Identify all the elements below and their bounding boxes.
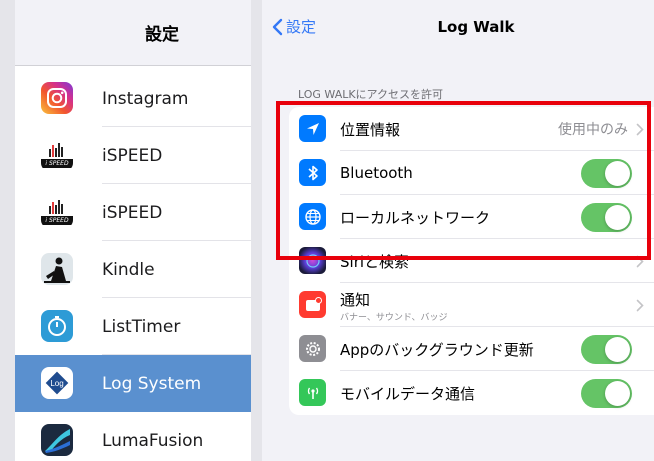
toggle-knob	[605, 205, 630, 230]
settings-sidebar: 設定 Instagram i SPEED iSPEED i SPEED iSPE…	[15, 0, 251, 461]
local-network-label: ローカルネットワーク	[340, 208, 491, 227]
notifications-row[interactable]: 通知 バナー、サウンド、バッジ	[289, 283, 654, 327]
lumafusion-icon	[41, 424, 73, 456]
chevron-right-icon	[636, 123, 644, 136]
app-label: Log System	[102, 373, 202, 394]
listtimer-icon	[41, 310, 73, 342]
siri-icon	[299, 247, 326, 274]
app-row-lumafusion[interactable]: LumaFusion	[15, 412, 251, 461]
siri-label: Siriと検索	[340, 252, 410, 271]
detail-pane: 設定 Log Walk LOG WALKにアクセスを許可 位置情報 使用中のみ	[262, 0, 654, 461]
svg-text:Log: Log	[50, 379, 63, 388]
app-row-listtimer[interactable]: ListTimer	[15, 298, 251, 355]
nav-bar: 設定 Log Walk	[262, 0, 654, 54]
notifications-label: 通知	[340, 291, 371, 309]
app-row-instagram[interactable]: Instagram	[15, 70, 251, 127]
app-row-kindle[interactable]: Kindle	[15, 241, 251, 298]
siri-row[interactable]: Siriと検索	[289, 239, 654, 283]
ispeed-icon: i SPEED	[41, 139, 73, 171]
notification-bell-icon	[299, 291, 326, 318]
notifications-sublabel: バナー、サウンド、バッジ	[340, 313, 448, 323]
mobile-data-toggle[interactable]	[581, 379, 632, 408]
location-label: 位置情報	[340, 120, 401, 139]
app-label: iSPEED	[102, 202, 163, 223]
ispeed-logo-text: i SPEED	[41, 215, 73, 225]
local-network-toggle[interactable]	[581, 203, 632, 232]
bluetooth-toggle[interactable]	[581, 159, 632, 188]
app-list: Instagram i SPEED iSPEED i SPEED iSPEED …	[15, 70, 251, 461]
gear-icon	[299, 335, 326, 362]
bluetooth-row: Bluetooth	[289, 151, 654, 195]
ispeed-icon: i SPEED	[41, 196, 73, 228]
antenna-icon	[299, 379, 326, 406]
app-row-ispeed-2[interactable]: i SPEED iSPEED	[15, 184, 251, 241]
app-row-ispeed[interactable]: i SPEED iSPEED	[15, 127, 251, 184]
toggle-knob	[605, 161, 630, 186]
instagram-icon	[41, 82, 73, 114]
app-label: iSPEED	[102, 145, 163, 166]
bluetooth-icon	[299, 159, 326, 186]
page-title: Log Walk	[437, 18, 515, 36]
globe-icon	[299, 203, 326, 230]
chevron-right-icon	[636, 299, 644, 312]
chevron-right-icon	[636, 255, 644, 268]
app-label: Instagram	[102, 88, 189, 109]
app-label: ListTimer	[102, 316, 181, 337]
background-refresh-row: Appのバックグラウンド更新	[289, 327, 654, 371]
sidebar-title: 設定	[15, 0, 251, 66]
app-label: LumaFusion	[102, 430, 204, 451]
location-value: 使用中のみ	[558, 122, 628, 138]
background-refresh-toggle[interactable]	[581, 335, 632, 364]
toggle-knob	[605, 381, 630, 406]
mobile-data-label: モバイルデータ通信	[340, 384, 476, 403]
location-arrow-icon	[299, 115, 326, 142]
background-refresh-label: Appのバックグラウンド更新	[340, 340, 534, 359]
kindle-icon	[41, 253, 73, 285]
bluetooth-label: Bluetooth	[340, 164, 413, 182]
section-caption: LOG WALKにアクセスを許可	[298, 88, 444, 101]
permissions-group: 位置情報 使用中のみ Bluetooth ローカルネットワーク Siriと検索 …	[289, 107, 654, 415]
location-row[interactable]: 位置情報 使用中のみ	[289, 107, 654, 151]
app-row-log-system[interactable]: Log Log System	[15, 355, 251, 412]
log-system-icon: Log	[41, 367, 73, 399]
toggle-knob	[605, 337, 630, 362]
mobile-data-row: モバイルデータ通信	[289, 371, 654, 415]
app-label: Kindle	[102, 259, 155, 280]
ispeed-logo-text: i SPEED	[41, 158, 73, 168]
local-network-row: ローカルネットワーク	[289, 195, 654, 239]
